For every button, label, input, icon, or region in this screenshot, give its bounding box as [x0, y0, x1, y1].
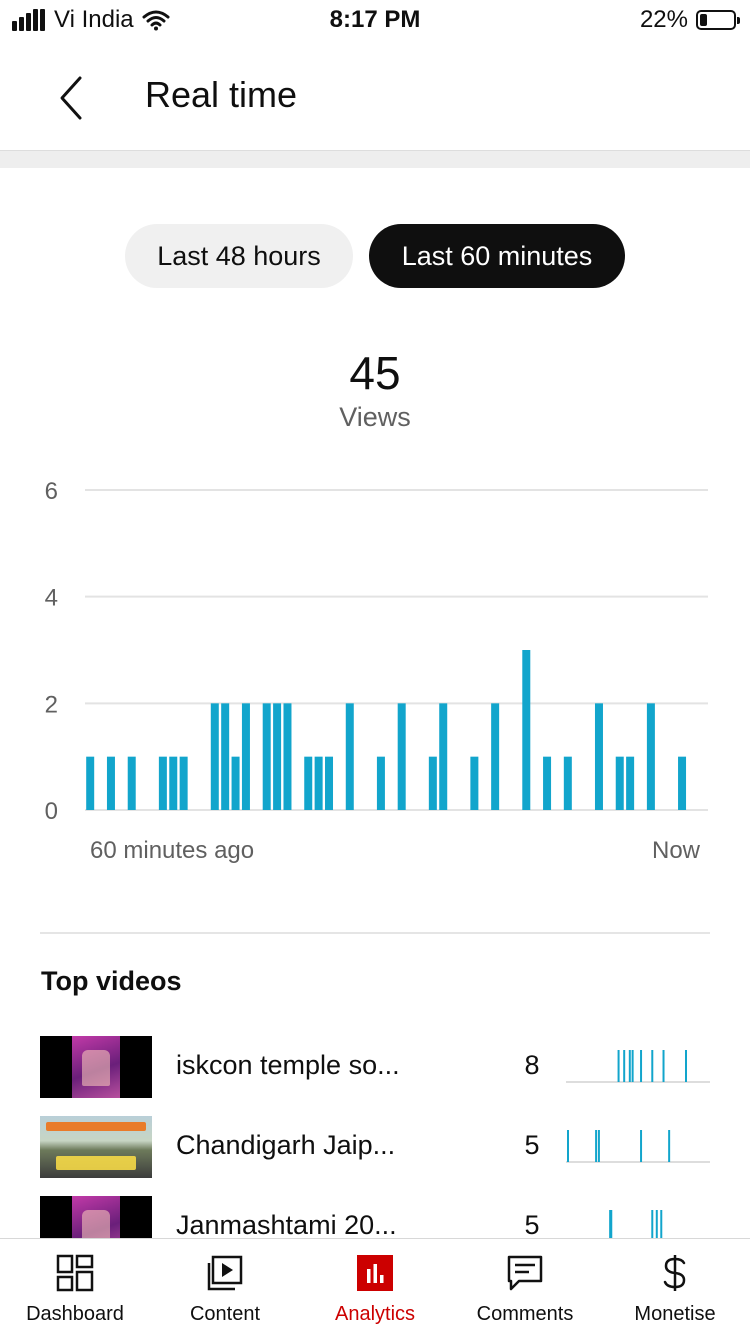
video-title: Janmashtami 20... — [176, 1210, 397, 1240]
battery-info: 22% — [639, 6, 740, 34]
chart-bar — [86, 756, 95, 810]
app-header: Real time — [0, 40, 750, 150]
bottom-nav: Dashboard Content Analytics Comments Mon… — [0, 1238, 750, 1334]
chart-bar — [491, 703, 500, 810]
chart-bar — [626, 756, 635, 810]
realtime-views-chart: 0 2 4 6 60 minutes ago Now — [45, 478, 708, 864]
chart-bar — [221, 703, 230, 810]
y-tick-label: 4 — [45, 585, 58, 612]
content-icon — [207, 1255, 243, 1291]
page-title: Real time — [145, 74, 298, 115]
video-row[interactable]: Chandigarh Jaip... 5 — [0, 1116, 750, 1180]
video-views: 8 — [524, 1050, 540, 1080]
chart-bar — [179, 756, 188, 810]
nav-analytics[interactable]: Analytics — [300, 1239, 450, 1335]
chart-bar — [262, 703, 271, 810]
analytics-icon — [357, 1255, 393, 1291]
chart-bar — [210, 703, 219, 810]
chart-bar — [283, 703, 292, 810]
y-tick-label: 6 — [45, 478, 58, 505]
video-sparkline — [566, 1130, 710, 1163]
chart-bar — [273, 703, 282, 810]
nav-label: Content — [189, 1303, 261, 1325]
back-button[interactable] — [48, 70, 96, 126]
nav-dashboard[interactable]: Dashboard — [0, 1239, 150, 1335]
monetise-icon — [663, 1255, 686, 1291]
chart-bar — [428, 756, 437, 810]
dashboard-icon — [56, 1254, 94, 1292]
chart-bar — [470, 756, 479, 810]
nav-label: Dashboard — [26, 1303, 124, 1325]
chart-bar — [543, 756, 552, 810]
battery-icon — [696, 10, 740, 30]
y-tick-label: 2 — [45, 691, 58, 718]
chart-bar — [376, 756, 385, 810]
video-thumbnail — [40, 1036, 152, 1098]
chart-bar — [615, 756, 624, 810]
y-tick-label: 0 — [45, 798, 58, 825]
section-divider — [40, 932, 710, 934]
chart-bar — [439, 703, 448, 810]
chart-bar — [594, 703, 603, 810]
chart-bar — [241, 703, 250, 810]
video-sparkline — [566, 1050, 710, 1083]
top-videos-title: Top videos — [41, 966, 182, 996]
chart-bar — [646, 703, 655, 810]
chart-bar — [397, 703, 406, 810]
video-row[interactable]: iskcon temple so... 8 — [0, 1036, 750, 1100]
views-count: 45 — [349, 347, 401, 399]
nav-label: Monetise — [634, 1303, 716, 1325]
chart-bar — [106, 756, 115, 810]
video-views: 5 — [524, 1210, 540, 1240]
status-bar: Vi India 8:17 PM 22% — [0, 0, 750, 40]
back-arrow-icon — [60, 76, 82, 120]
video-views: 5 — [524, 1130, 540, 1160]
chart-bar — [345, 703, 354, 810]
x-label-start: 60 minutes ago — [90, 837, 254, 864]
last-60-minutes-chip[interactable]: Last 60 minutes — [369, 224, 625, 288]
chart-bar — [678, 756, 687, 810]
video-title: Chandigarh Jaip... — [176, 1130, 396, 1160]
nav-monetise[interactable]: Monetise — [600, 1239, 750, 1335]
chart-bar — [169, 756, 178, 810]
last-48-hours-chip[interactable]: Last 48 hours — [125, 224, 353, 288]
video-title: iskcon temple so... — [176, 1050, 400, 1080]
chart-bar — [522, 650, 531, 810]
x-label-end: Now — [652, 837, 701, 864]
chart-bar — [127, 756, 136, 810]
chart-bar — [563, 756, 572, 810]
comments-icon — [507, 1255, 543, 1291]
nav-label: Analytics — [334, 1303, 416, 1325]
chart-bar — [314, 756, 323, 810]
chart-bar — [304, 756, 313, 810]
nav-content[interactable]: Content — [150, 1239, 300, 1335]
video-thumbnail — [40, 1116, 152, 1178]
header-divider — [0, 150, 750, 168]
chart-bar — [325, 756, 334, 810]
chart-bar — [158, 756, 167, 810]
clock: 8:17 PM — [329, 6, 421, 33]
chart-bar — [231, 756, 240, 810]
battery-percent: 22% — [639, 6, 688, 33]
nav-comments[interactable]: Comments — [450, 1239, 600, 1335]
nav-label: Comments — [476, 1303, 574, 1325]
views-label: Views — [339, 402, 411, 432]
